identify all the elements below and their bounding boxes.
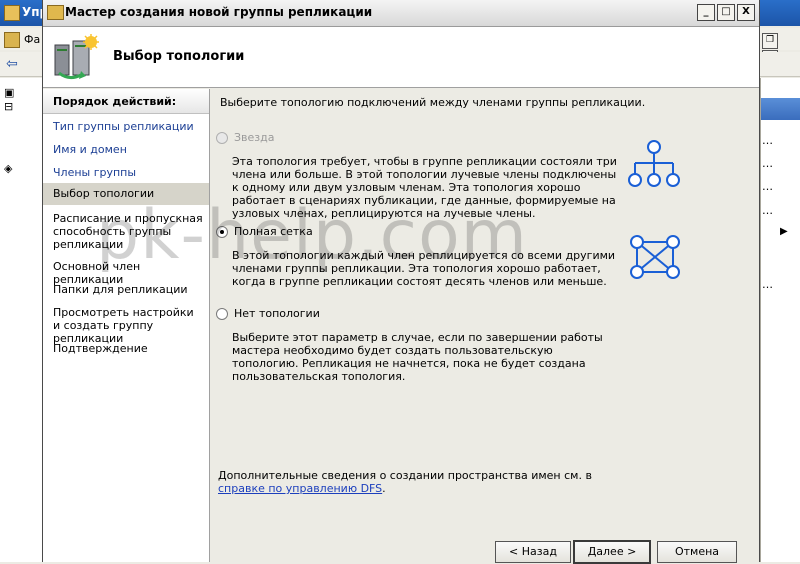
back-button[interactable]: < Назад: [495, 541, 571, 563]
radio-no-topology[interactable]: [216, 308, 228, 320]
nav-step-schedule: Расписание и пропускная способность груп…: [53, 212, 203, 251]
tree-expander-icon[interactable]: ⊟: [4, 100, 13, 113]
topology-intro: Выберите топологию подключений между чле…: [220, 96, 646, 109]
option-star-label: Звезда: [234, 131, 275, 144]
nav-step-topology: Выбор топологии: [43, 183, 209, 205]
close-button[interactable]: X: [737, 4, 755, 21]
nav-step-folders: Папки для репликации: [53, 283, 188, 296]
option-star-description: Эта топология требует, чтобы в группе ре…: [232, 155, 617, 220]
next-button[interactable]: Далее >: [573, 540, 651, 564]
console-app-icon: [4, 5, 20, 21]
submenu-arrow-icon[interactable]: ▶: [780, 226, 788, 237]
tree-node-icon[interactable]: ◈: [4, 162, 12, 175]
dfs-help-link[interactable]: справке по управлению DFS: [218, 482, 382, 495]
actions-header: [761, 98, 800, 120]
actions-pane: [760, 78, 800, 562]
restore-icon[interactable]: ❐: [762, 33, 778, 49]
action-ellipsis-icon[interactable]: …: [762, 157, 773, 170]
action-ellipsis-icon[interactable]: …: [762, 278, 773, 291]
wizard-window-controls: _ □ X: [695, 4, 755, 21]
wizard-header: Выбор топологии: [43, 27, 759, 88]
page-heading: Выбор топологии: [113, 49, 245, 64]
console-menu-icon[interactable]: [4, 32, 20, 48]
replication-servers-icon: [54, 34, 99, 80]
wizard-titlebar: Мастер создания новой группы репликации …: [43, 0, 759, 27]
minimize-button[interactable]: _: [697, 4, 715, 21]
nav-step-name-domain[interactable]: Имя и домен: [53, 143, 203, 156]
console-tree: ▣ ⊟ ◈: [0, 78, 45, 562]
cancel-button[interactable]: Отмена: [657, 541, 737, 563]
option-no-topology-description: Выберите этот параметр в случае, если по…: [232, 331, 603, 383]
option-full-mesh-label[interactable]: Полная сетка: [234, 225, 313, 238]
tree-root-icon[interactable]: ▣: [4, 86, 14, 99]
radio-star: [216, 132, 228, 144]
nav-step-type[interactable]: Тип группы репликации: [53, 120, 203, 133]
background-window-controls: ❐✕: [762, 32, 796, 66]
back-arrow-icon[interactable]: ⇦: [6, 56, 18, 72]
wizard-content: Выберите топологию подключений между чле…: [210, 89, 759, 562]
action-ellipsis-icon[interactable]: …: [762, 180, 773, 193]
wizard-steps-nav: Порядок действий: Тип группы репликации …: [43, 89, 210, 562]
star-topology-icon: [628, 140, 680, 187]
more-info-prefix: Дополнительные сведения о создании прост…: [218, 469, 592, 482]
action-ellipsis-icon[interactable]: …: [762, 204, 773, 217]
radio-full-mesh[interactable]: [216, 226, 228, 238]
more-info-text: Дополнительные сведения о создании прост…: [218, 469, 618, 495]
action-ellipsis-icon[interactable]: …: [762, 134, 773, 147]
maximize-button[interactable]: □: [717, 4, 735, 21]
steps-header-label: Порядок действий:: [53, 95, 177, 108]
wizard-title: Мастер создания новой группы репликации: [65, 5, 373, 19]
steps-header: Порядок действий:: [43, 89, 209, 114]
option-full-mesh-description: В этой топологии каждый член реплицирует…: [232, 249, 616, 288]
more-info-suffix: .: [382, 482, 386, 495]
menu-file[interactable]: Фа: [24, 33, 40, 46]
replication-group-wizard: Мастер создания новой группы репликации …: [42, 0, 760, 564]
nav-step-confirmation: Подтверждение: [53, 342, 148, 355]
nav-step-review: Просмотреть настройки и создать группу р…: [53, 306, 194, 345]
wizard-app-icon: [47, 5, 64, 20]
full-mesh-topology-icon: [630, 235, 680, 279]
option-no-topology-label[interactable]: Нет топологии: [234, 307, 320, 320]
